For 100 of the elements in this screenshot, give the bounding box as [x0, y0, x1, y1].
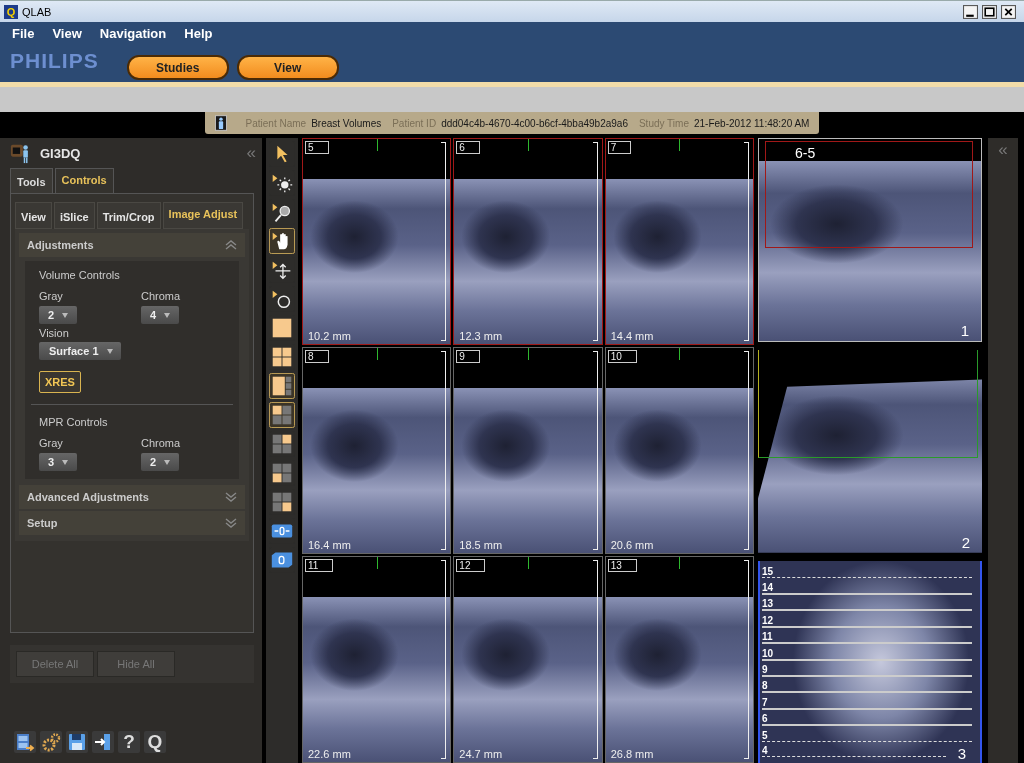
hand-icon[interactable] [269, 228, 295, 254]
slice-number: 7 [607, 141, 632, 154]
minimize-icon[interactable] [963, 4, 978, 19]
dropdown[interactable]: 2 [141, 453, 179, 471]
slice-line-label: 5 [761, 729, 768, 741]
app-icon: Q [4, 4, 18, 19]
slice-depth: 12.3 mm [459, 330, 503, 342]
ortho-viewport[interactable]: 2 [758, 350, 982, 553]
app-logo-button[interactable]: Q [144, 731, 166, 753]
menu-item[interactable]: Help [184, 26, 213, 41]
section-title: Setup [27, 517, 58, 529]
caret-icon [106, 348, 113, 354]
dropdown-label: Gray [39, 437, 64, 449]
patient-name: Breast Volumes [311, 117, 382, 129]
slice-line-label: 14 [761, 581, 774, 593]
dropdown-label: Chroma [141, 290, 182, 302]
slice-depth: 24.7 mm [459, 748, 503, 760]
ortho-viewport[interactable]: 15 14 13 12 11 10 9 8 7 6 5 4 3 [758, 560, 982, 763]
slice-line-label: 11 [761, 631, 773, 643]
close-icon[interactable] [1001, 4, 1016, 19]
dropdown[interactable]: 2 [39, 306, 77, 324]
ortho-viewport[interactable]: 6-5 1 [758, 138, 982, 343]
slice-viewport[interactable]: 11 22.6 mm [302, 556, 452, 763]
section-title: Advanced Adjustments [27, 491, 149, 503]
view-number: 2 [961, 533, 970, 551]
slice-depth: 26.8 mm [610, 748, 654, 760]
slice-viewport[interactable]: 9 18.5 mm [453, 347, 603, 554]
floppy-disk-icon[interactable] [66, 731, 88, 753]
slice-depth: 10.2 mm [308, 330, 351, 342]
menu-item[interactable]: Navigation [99, 26, 167, 41]
slice-viewport[interactable]: 12 24.7 mm [453, 556, 603, 763]
section-header[interactable]: Advanced Adjustments [19, 485, 245, 509]
nav-tab[interactable]: View [236, 55, 339, 80]
study-time: 21-Feb-2012 11:48:20 AM [694, 117, 810, 129]
slice-depth: 18.5 mm [459, 539, 503, 551]
maximize-icon[interactable] [982, 4, 997, 19]
dropdown[interactable]: 4 [141, 306, 179, 324]
film-icon[interactable] [14, 731, 36, 753]
slice-depth: 16.4 mm [308, 539, 351, 551]
nav-tab[interactable]: Studies [126, 55, 229, 80]
panel-tab[interactable]: Controls [54, 168, 114, 193]
caret-icon [62, 459, 69, 465]
slice-number: 12 [456, 559, 486, 572]
group-title: Volume Controls [39, 269, 120, 281]
view-label: 6-5 [795, 145, 816, 161]
slice-viewport[interactable]: 7 14.4 mm [604, 138, 754, 345]
dropdown-label: Chroma [141, 437, 182, 449]
quad-tl-icon[interactable] [269, 402, 295, 428]
crosshair-marker [679, 557, 681, 569]
brand-logo: PHILIPS [10, 49, 99, 73]
slice-depth: 14.4 mm [610, 330, 654, 342]
gears-icon[interactable] [40, 731, 62, 753]
slice-line-label: 10 [761, 647, 774, 659]
dropdown-label: Vision [39, 327, 69, 339]
slice-number: 9 [456, 350, 480, 363]
sub-tab[interactable]: Image Adjust [162, 202, 244, 229]
slice-viewport[interactable]: 13 26.8 mm [604, 556, 754, 763]
dropdown[interactable]: 3 [39, 453, 77, 471]
menu-item[interactable]: File [12, 26, 35, 41]
patient-id: ddd04c4b-4670-4c00-b6cf-4bba49b2a9a6 [441, 117, 628, 129]
slice-line-label: 15 [761, 566, 774, 578]
section-title: Adjustments [27, 239, 94, 251]
crosshair-marker [528, 139, 529, 151]
help-button[interactable]: ? [118, 731, 140, 753]
slice-line-label: 12 [761, 614, 774, 626]
slice-line-label: 4 [761, 745, 768, 757]
caret-icon [164, 312, 171, 318]
slice-number: 6 [456, 141, 480, 154]
caret-icon [62, 312, 69, 318]
crosshair-marker [528, 348, 529, 360]
exit-door-icon[interactable] [92, 731, 114, 753]
slice-line-label: 7 [761, 696, 768, 708]
menu-item[interactable]: View [52, 26, 82, 41]
crosshair-marker [528, 557, 529, 569]
slice-viewport[interactable]: 10 20.6 mm [604, 347, 754, 554]
xres-button[interactable]: XRES [39, 371, 81, 393]
slice-line-label: 8 [761, 680, 768, 692]
crosshair-marker [376, 348, 378, 360]
caret-icon [164, 459, 171, 465]
section-header[interactable]: Adjustments [19, 233, 245, 257]
slice-line-label: 13 [761, 598, 774, 610]
crosshair-marker [679, 139, 681, 151]
slice-line-label: 6 [761, 713, 768, 725]
slice-viewport[interactable]: 8 16.4 mm [302, 347, 452, 554]
section-header[interactable]: Setup [19, 511, 245, 535]
slice-viewport[interactable]: 5 10.2 mm [302, 138, 452, 345]
slice-depth: 20.6 mm [610, 539, 654, 551]
sub-tab[interactable]: Trim/Crop [96, 202, 161, 229]
layout-one-three-icon[interactable] [269, 373, 295, 399]
panel-tab[interactable]: Tools [10, 168, 53, 193]
slice-depth: 22.6 mm [308, 748, 351, 760]
crosshair-marker [679, 348, 681, 360]
panel-title: GI3DQ [40, 145, 81, 161]
window-title: QLAB [22, 5, 52, 18]
slice-viewport[interactable]: 6 12.3 mm [453, 138, 603, 345]
sub-tab[interactable]: View [15, 202, 52, 229]
crosshair-marker [376, 557, 378, 569]
dropdown[interactable]: Surface 1 [39, 342, 121, 360]
sub-tab[interactable]: iSlice [53, 202, 95, 229]
slice-number: 8 [305, 350, 329, 363]
